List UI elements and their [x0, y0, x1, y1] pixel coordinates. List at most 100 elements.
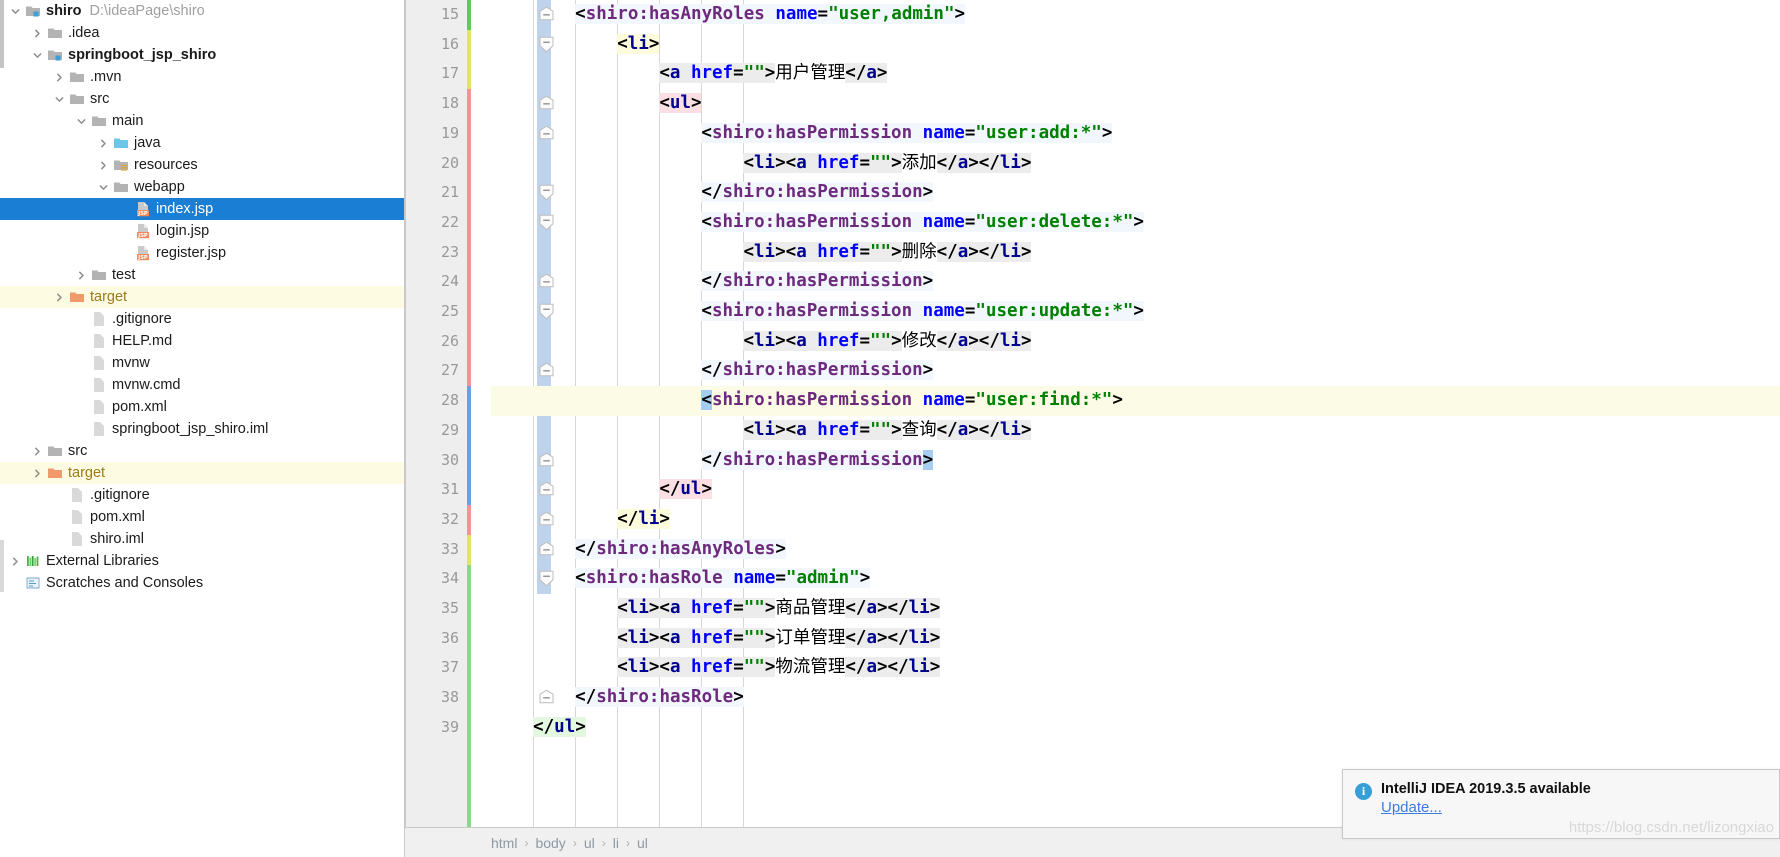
code-line-21[interactable]: </shiro:hasPermission> [491, 178, 1780, 208]
code-token: 添加 [901, 152, 937, 173]
tree-item-mvnw-cmd[interactable]: mvnw.cmd [0, 374, 404, 396]
code-line-23[interactable]: <li><a href="">删除</a></li> [491, 238, 1780, 268]
folder-icon [111, 176, 130, 198]
tree-item-root[interactable]: shiro D:\ideaPage\shiro [0, 0, 404, 22]
code-line-25[interactable]: <shiro:hasPermission name="user:update:*… [491, 297, 1780, 327]
tree-item-pom-xml[interactable]: pom.xml [0, 506, 404, 528]
code-token: li [627, 598, 649, 618]
code-line-18[interactable]: <ul> [491, 89, 1780, 119]
update-link[interactable]: Update... [1381, 799, 1442, 816]
project-tool-window[interactable]: shiro D:\ideaPage\shiro .idea springboot_js… [0, 0, 405, 857]
breadcrumb-item-ul[interactable]: ul [637, 835, 648, 851]
fold-marker-column[interactable] [471, 0, 554, 827]
chevron-down-icon[interactable] [30, 44, 45, 66]
code-line-34[interactable]: <shiro:hasRole name="admin"> [491, 564, 1780, 594]
code-line-24[interactable]: </shiro:hasPermission> [491, 267, 1780, 297]
editor-pane[interactable]: 15 16 17 18 19 20 21 22 23 24 25 26 27 28 29 30 31 32 33 34… [405, 0, 1780, 857]
code-line-22[interactable]: <shiro:hasPermission name="user:delete:*… [491, 208, 1780, 238]
tree-item-login-jsp[interactable]: JSP login.jsp [0, 220, 404, 242]
code-token: < [659, 598, 670, 618]
tree-item-gitignore[interactable]: .gitignore [0, 308, 404, 330]
code-line-15[interactable]: <shiro:hasAnyRoles name="user,admin"> [491, 0, 1780, 30]
chevron-down-icon[interactable] [52, 88, 67, 110]
code-token: < [701, 390, 712, 411]
code-line-33[interactable]: </shiro:hasAnyRoles> [491, 535, 1780, 565]
tree-item-java[interactable]: java [0, 132, 404, 154]
code-token: < [701, 211, 712, 232]
maven-file-icon [67, 506, 86, 528]
info-icon: i [1355, 783, 1372, 800]
code-line-26[interactable]: <li><a href="">修改</a></li> [491, 327, 1780, 357]
chevron-right-icon[interactable] [52, 66, 67, 88]
no-chevron [118, 198, 133, 220]
tree-item-target[interactable]: target [0, 462, 404, 484]
tree-item-pom-xml[interactable]: pom.xml [0, 396, 404, 418]
code-line-27[interactable]: </shiro:hasPermission> [491, 356, 1780, 386]
code-line-30[interactable]: </shiro:hasPermission> [491, 446, 1780, 476]
chevron-right-icon[interactable] [96, 154, 111, 176]
breadcrumb-item-ul[interactable]: ul [584, 835, 595, 851]
code-text-area[interactable]: <shiro:hasAnyRoles name="user,admin"> <li… [491, 0, 1780, 827]
update-notification-balloon[interactable]: i IntelliJ IDEA 2019.3.5 available Updat… [1342, 769, 1780, 839]
tree-item-register-jsp[interactable]: JSP register.jsp [0, 242, 404, 264]
tree-item-help-md[interactable]: HELP.md [0, 330, 404, 352]
project-tree[interactable]: shiro D:\ideaPage\shiro .idea springboot_js… [0, 0, 404, 594]
chevron-down-icon[interactable] [74, 110, 89, 132]
chevron-right-icon[interactable] [30, 440, 45, 462]
tree-item-gitignore[interactable]: .gitignore [0, 484, 404, 506]
code-token: > [922, 449, 934, 470]
chevron-down-icon[interactable] [96, 176, 111, 198]
code-line-31[interactable]: </ul> [491, 475, 1780, 505]
tree-item-springboot-jsp-shiro-iml[interactable]: springboot_jsp_shiro.iml [0, 418, 404, 440]
tree-item-main[interactable]: main [0, 110, 404, 132]
code-line-39[interactable]: </ul> [491, 713, 1780, 743]
tree-item-mvn[interactable]: .mvn [0, 66, 404, 88]
code-line-20[interactable]: <li><a href="">添加</a></li> [491, 149, 1780, 179]
chevron-right-icon[interactable] [30, 22, 45, 44]
chevron-right-icon[interactable] [30, 462, 45, 484]
tree-item-webapp[interactable]: webapp [0, 176, 404, 198]
tree-item-external-libraries[interactable]: External Libraries [0, 550, 404, 572]
chevron-right-icon[interactable] [74, 264, 89, 286]
idea-window: shiro D:\ideaPage\shiro .idea springboot_js… [0, 0, 1780, 857]
tree-item-target[interactable]: target [0, 286, 404, 308]
code-line-32[interactable]: </li> [491, 505, 1780, 535]
code-line-36[interactable]: <li><a href="">订单管理</a></li> [491, 624, 1780, 654]
code-token: > [954, 4, 966, 24]
tree-item-mvnw[interactable]: mvnw [0, 352, 404, 374]
code-token: > [891, 330, 902, 351]
code-line-28[interactable]: <shiro:hasPermission name="user:find:*"> [491, 386, 1780, 416]
tree-item-idea[interactable]: .idea [0, 22, 404, 44]
tree-item-resources[interactable]: resources [0, 154, 404, 176]
chevron-down-icon[interactable] [8, 0, 23, 22]
chevron-right-icon[interactable] [52, 286, 67, 308]
tree-item-scratches-and-consoles[interactable]: Scratches and Consoles [0, 572, 404, 594]
tree-item-src[interactable]: src [0, 88, 404, 110]
code-line-38[interactable]: </shiro:hasRole> [491, 683, 1780, 713]
breadcrumb-item-html[interactable]: html [491, 835, 517, 851]
no-chevron [74, 374, 89, 396]
code-token: href [691, 598, 734, 618]
code-token: "" [743, 657, 765, 678]
code-line-37[interactable]: <li><a href="">物流管理</a></li> [491, 653, 1780, 683]
editor-gutter[interactable]: 15 16 17 18 19 20 21 22 23 24 25 26 27 28 29 30 31 32 33 34… [405, 0, 467, 827]
code-line-content: <a href="">用户管理</a> [491, 63, 888, 84]
tree-item-index-jsp[interactable]: JSP index.jsp [0, 198, 404, 220]
code-line-16[interactable]: <li> [491, 30, 1780, 60]
code-line-17[interactable]: <a href="">用户管理</a> [491, 59, 1780, 89]
code-token: 物流管理 [775, 657, 846, 678]
breadcrumb-item-li[interactable]: li [613, 835, 619, 851]
line-number: 39 [440, 717, 459, 736]
tree-item-test[interactable]: test [0, 264, 404, 286]
tree-item-shiro-iml[interactable]: shiro.iml [0, 528, 404, 550]
tree-item-springboot-jsp-shiro[interactable]: springboot_jsp_shiro [0, 44, 404, 66]
code-line-35[interactable]: <li><a href="">商品管理</a></li> [491, 594, 1780, 624]
code-line-19[interactable]: <shiro:hasPermission name="user:add:*"> [491, 119, 1780, 149]
code-line-29[interactable]: <li><a href="">查询</a></li> [491, 416, 1780, 446]
chevron-right-icon[interactable] [96, 132, 111, 154]
chevron-right-icon[interactable] [8, 550, 23, 572]
line-number: 17 [440, 64, 459, 83]
code-token: shiro:hasPermission [722, 271, 923, 292]
tree-item-src[interactable]: src [0, 440, 404, 462]
breadcrumb-item-body[interactable]: body [535, 835, 565, 851]
